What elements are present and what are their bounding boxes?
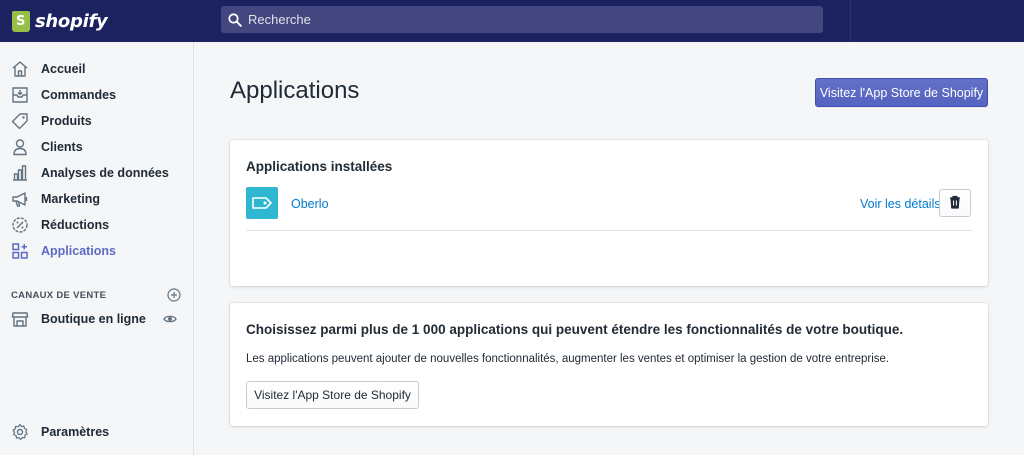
megaphone-icon <box>11 190 29 208</box>
apps-icon <box>11 242 29 260</box>
sidebar-item-label: Boutique en ligne <box>41 312 146 326</box>
promo-text: Les applications peuvent ajouter de nouv… <box>246 353 890 365</box>
sidebar-item-parametres[interactable]: Paramètres <box>0 419 193 445</box>
list-item: Oberlo Voir les détails <box>246 186 972 231</box>
view-details-link[interactable]: Voir les détails <box>860 197 941 211</box>
sidebar-item-label: Paramètres <box>41 425 110 439</box>
bottom-edge <box>0 455 1024 459</box>
section-title: CANAUX DE VENTE <box>11 289 107 301</box>
installed-apps-card: Applications installées Oberlo Voir les … <box>230 140 988 286</box>
sidebar-item-produits[interactable]: Produits <box>0 108 193 134</box>
shopping-bag-icon <box>12 10 30 32</box>
visit-app-store-secondary-button[interactable]: Visitez l'App Store de Shopify <box>246 381 419 409</box>
sidebar-item-label: Accueil <box>41 62 86 76</box>
sidebar-item-reductions[interactable]: Réductions <box>0 212 193 238</box>
add-channel-icon[interactable] <box>167 288 181 302</box>
sales-channels-header: CANAUX DE VENTE <box>11 286 181 304</box>
tag-icon <box>11 112 29 130</box>
discount-icon <box>11 216 29 234</box>
sidebar-item-label: Clients <box>41 140 83 154</box>
sidebar-item-label: Applications <box>41 244 117 258</box>
eye-icon[interactable] <box>163 312 177 326</box>
sidebar-item-clients[interactable]: Clients <box>0 134 193 160</box>
app-name-link[interactable]: Oberlo <box>291 197 329 211</box>
sidebar-item-label: Marketing <box>41 192 101 206</box>
sidebar-item-boutique-en-ligne[interactable]: Boutique en ligne <box>0 306 193 332</box>
sidebar-item-label: Produits <box>41 114 92 128</box>
oberlo-logo-icon <box>246 187 278 219</box>
installed-apps-heading: Applications installées <box>246 159 393 174</box>
promo-heading: Choisissez parmi plus de 1 000 applicati… <box>246 322 904 337</box>
user-icon <box>11 138 29 156</box>
gear-icon <box>11 423 29 441</box>
bar-chart-icon <box>11 164 29 182</box>
sidebar-item-applications[interactable]: Applications <box>0 238 193 264</box>
store-icon <box>11 310 29 328</box>
sidebar: Accueil Commandes Produits Clients Analy… <box>0 42 194 459</box>
sidebar-item-analyses[interactable]: Analyses de données <box>0 160 193 186</box>
sidebar-item-label: Réductions <box>41 218 110 232</box>
brand-logo[interactable]: shopify <box>0 0 193 42</box>
page-title: Applications <box>230 77 360 104</box>
sidebar-item-accueil[interactable]: Accueil <box>0 56 193 82</box>
search-icon <box>228 12 242 27</box>
orders-icon <box>11 86 29 104</box>
home-icon <box>11 60 29 78</box>
app-store-promo-card: Choisissez parmi plus de 1 000 applicati… <box>230 303 988 426</box>
visit-app-store-button[interactable]: Visitez l'App Store de Shopify <box>815 78 988 107</box>
top-bar: shopify <box>0 0 1024 42</box>
sidebar-item-commandes[interactable]: Commandes <box>0 82 193 108</box>
delete-app-button[interactable] <box>939 189 971 217</box>
sidebar-item-label: Analyses de données <box>41 166 169 180</box>
account-area[interactable] <box>850 0 1024 42</box>
search-bar[interactable] <box>221 6 823 33</box>
trash-icon <box>948 195 962 212</box>
sidebar-item-marketing[interactable]: Marketing <box>0 186 193 212</box>
brand-name: shopify <box>35 10 108 32</box>
search-input[interactable] <box>248 12 808 27</box>
sidebar-item-label: Commandes <box>41 88 117 102</box>
